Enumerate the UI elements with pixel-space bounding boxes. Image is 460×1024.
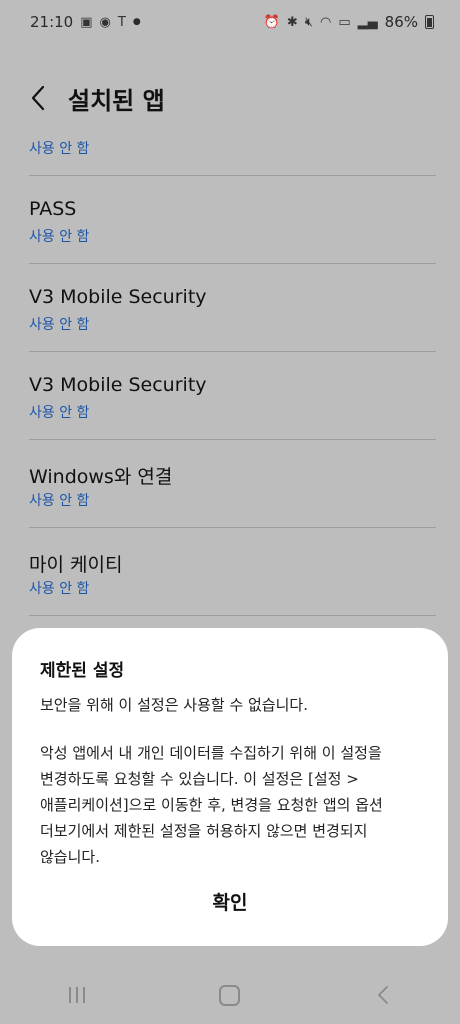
status-bar: 21:10 ▣ ◉ T ● ⏰ ✱ 🔇︎ ◠ ▭ ▂▄ 86% — [0, 0, 460, 44]
message-icon: ◉ — [99, 14, 111, 30]
status-time: 21:10 — [30, 13, 74, 31]
app-name: 마이 케이티 — [29, 554, 123, 576]
gallery-icon: ▣ — [80, 14, 93, 30]
app-name: Windows와 연결 — [29, 466, 173, 488]
recent-apps-button[interactable] — [42, 970, 112, 1020]
app-name: PASS — [29, 198, 77, 220]
back-button[interactable] — [8, 70, 68, 126]
alarm-icon: ⏰ — [263, 14, 280, 30]
dialog-body-line: 변경하도록 요청할 수 있습니다. 이 설정은 [설정 > — [40, 770, 359, 788]
recent-apps-icon — [68, 987, 85, 1003]
volte-icon: ▭ — [338, 14, 351, 30]
app-status: 사용 안 함 — [29, 141, 90, 157]
battery-percent: 86% — [384, 13, 418, 31]
back-icon — [378, 986, 389, 1004]
list-item[interactable]: PASS 사용 안 함 — [12, 176, 448, 264]
dialog-body-line: 애플리케이션]으로 이동한 후, 변경을 요청한 앱의 옵션 — [40, 796, 383, 814]
dialog-body-line: 않습니다. — [40, 848, 100, 866]
app-status: 사용 안 함 — [29, 493, 90, 509]
app-name: V3 Mobile Security — [29, 286, 207, 308]
dialog-title: 제한된 설정 — [40, 661, 125, 681]
app-status: 사용 안 함 — [29, 317, 90, 333]
dialog-body-line: 악성 앱에서 내 개인 데이터를 수집하기 위해 이 설정을 — [40, 744, 382, 762]
page-title: 설치된 앱 — [68, 86, 165, 115]
home-icon — [219, 984, 241, 1006]
bluetooth-icon: ✱ — [286, 14, 298, 30]
app-list: 사용 안 함 PASS 사용 안 함 V3 Mobile Security 사용… — [12, 136, 448, 696]
confirm-button[interactable]: 확인 — [152, 878, 308, 924]
dialog-message: 보안을 위해 이 설정은 사용할 수 없습니다. — [40, 696, 308, 714]
dialog-body: 악성 앱에서 내 개인 데이터를 수집하기 위해 이 설정을 변경하도록 요청할… — [40, 740, 430, 870]
list-item[interactable]: 마이 케이티 사용 안 함 — [12, 528, 448, 616]
status-left: 21:10 ▣ ◉ T ● — [30, 13, 141, 31]
signal-icon: ▂▄ — [357, 14, 378, 30]
list-item[interactable]: Windows와 연결 사용 안 함 — [12, 440, 448, 528]
app-name: V3 Mobile Security — [29, 374, 207, 396]
list-item[interactable]: V3 Mobile Security 사용 안 함 — [12, 264, 448, 352]
restricted-settings-dialog: 제한된 설정 보안을 위해 이 설정은 사용할 수 없습니다. 악성 앱에서 내… — [12, 628, 448, 946]
list-item[interactable]: 사용 안 함 — [12, 136, 448, 176]
app-status: 사용 안 함 — [29, 229, 90, 245]
wifi-icon: ◠ — [320, 14, 332, 30]
list-item[interactable]: V3 Mobile Security 사용 안 함 — [12, 352, 448, 440]
app-status: 사용 안 함 — [29, 581, 90, 597]
carrier-icon: T — [117, 14, 126, 30]
home-button[interactable] — [195, 970, 265, 1020]
status-right: ⏰ ✱ 🔇︎ ◠ ▭ ▂▄ 86% — [264, 13, 434, 31]
navigation-bar — [0, 966, 460, 1024]
app-header: 설치된 앱 — [0, 70, 460, 126]
app-status: 사용 안 함 — [29, 405, 90, 421]
more-notifications-icon: ● — [132, 17, 141, 27]
nav-back-button[interactable] — [348, 970, 418, 1020]
battery-icon — [425, 15, 434, 29]
mute-icon: 🔇︎ — [304, 14, 314, 30]
chevron-left-icon — [31, 85, 45, 111]
divider — [29, 615, 436, 616]
dialog-body-line: 더보기에서 제한된 설정을 허용하지 않으면 변경되지 — [40, 822, 368, 840]
